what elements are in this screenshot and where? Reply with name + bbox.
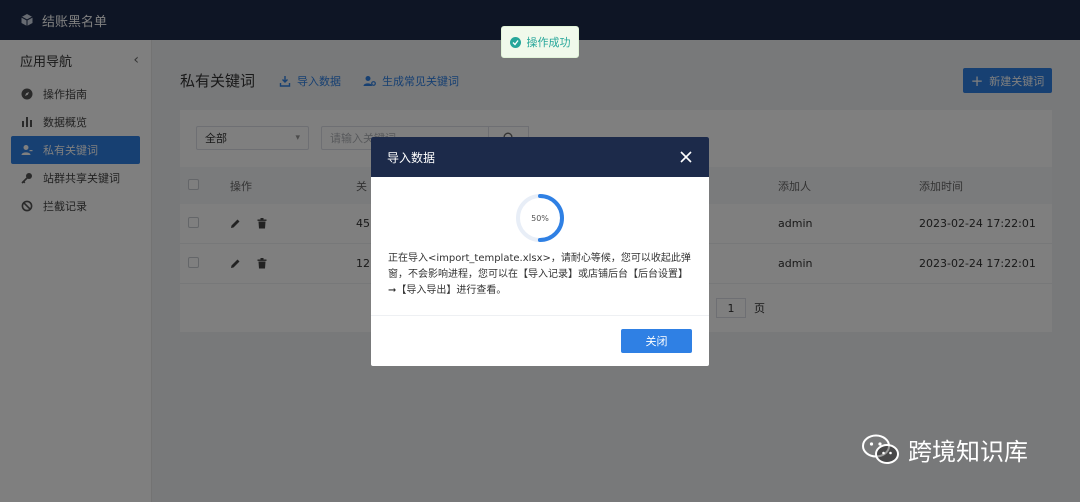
toast-text: 操作成功 <box>526 36 571 49</box>
modal-title: 导入数据 <box>387 150 436 165</box>
check-circle-icon <box>509 36 521 48</box>
success-toast: 操作成功 <box>501 26 579 58</box>
modal-message: 正在导入<import_template.xlsx>，请耐心等候，您可以收起此弹… <box>388 253 691 296</box>
modal-divider <box>371 315 709 316</box>
progress-ring: 50% <box>515 193 565 243</box>
import-modal: 导入数据 50% 正在导入<import_template.xlsx>，请耐心等… <box>371 137 709 366</box>
close-icon[interactable] <box>679 150 693 164</box>
watermark-text: 跨境知识库 <box>908 438 1028 466</box>
close-button[interactable]: 关闭 <box>621 329 692 353</box>
watermark: 跨境知识库 <box>862 432 1028 467</box>
modal-header: 导入数据 <box>371 137 709 177</box>
wechat-icon <box>862 434 899 464</box>
progress-label: 50% <box>531 213 549 223</box>
